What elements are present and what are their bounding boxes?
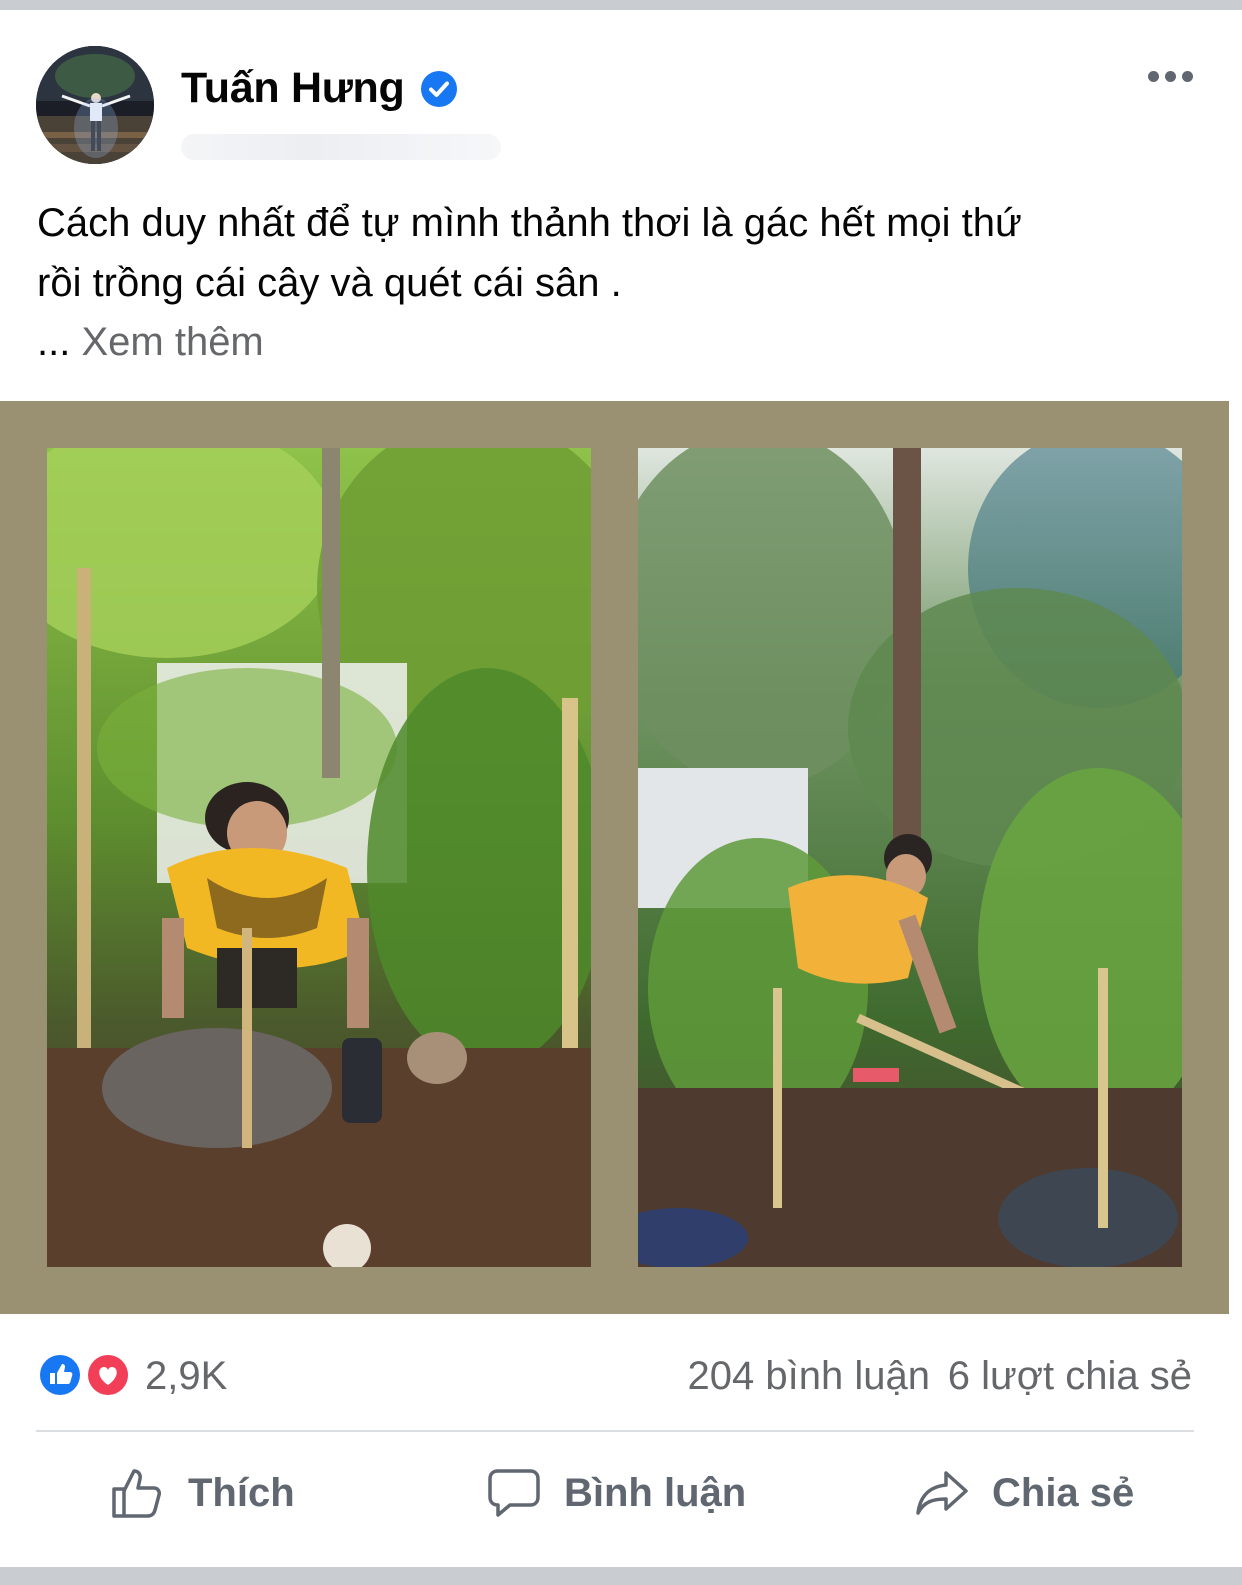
share-count[interactable]: 6 lượt chia sẻ [948,1352,1192,1400]
post-timestamp-blurred [181,134,501,160]
see-more-link[interactable]: ... Xem thêm [37,312,264,372]
thumbs-up-icon [112,1469,161,1518]
like-label: Thích [188,1470,295,1515]
see-more-label: Xem thêm [81,320,264,364]
more-dots-icon [1181,70,1193,82]
like-reaction-icon [85,1352,131,1398]
author-name[interactable]: Tuấn Hưng [181,62,405,114]
comment-button[interactable]: Bình luận [486,1460,746,1526]
post-text: Cách duy nhất để tự mình thảnh thơi là g… [37,193,1207,313]
divider [36,1430,1194,1432]
more-dots-icon [1147,70,1159,82]
share-label: Chia sẻ [992,1470,1135,1515]
photo-icon [47,448,591,1267]
more-dots-icon [1164,70,1176,82]
reaction-count[interactable]: 2,9K [145,1352,227,1400]
like-button[interactable]: Thích [110,1460,295,1526]
comment-bubble-icon [488,1469,540,1517]
comment-label: Bình luận [564,1470,747,1515]
share-arrow-icon [916,1471,968,1515]
post-text-line: rồi trồng cái cây và quét cái sân . [37,261,622,305]
author-avatar[interactable] [36,46,154,164]
photo-icon [638,448,1182,1267]
comment-count[interactable]: 204 bình luận [688,1352,930,1400]
share-button[interactable]: Chia sẻ [914,1460,1134,1526]
reaction-icons[interactable] [36,1350,132,1400]
post-photo-hoeing[interactable] [638,448,1182,1267]
bottom-separator [0,1567,1242,1585]
more-options-button[interactable] [1138,56,1202,96]
see-more-ellipsis: ... [37,320,71,364]
top-separator [0,0,1242,10]
verified-badge-icon [421,71,457,107]
post-photo-planting[interactable] [47,448,591,1267]
post-text-line: Cách duy nhất để tự mình thảnh thơi là g… [37,201,1022,245]
